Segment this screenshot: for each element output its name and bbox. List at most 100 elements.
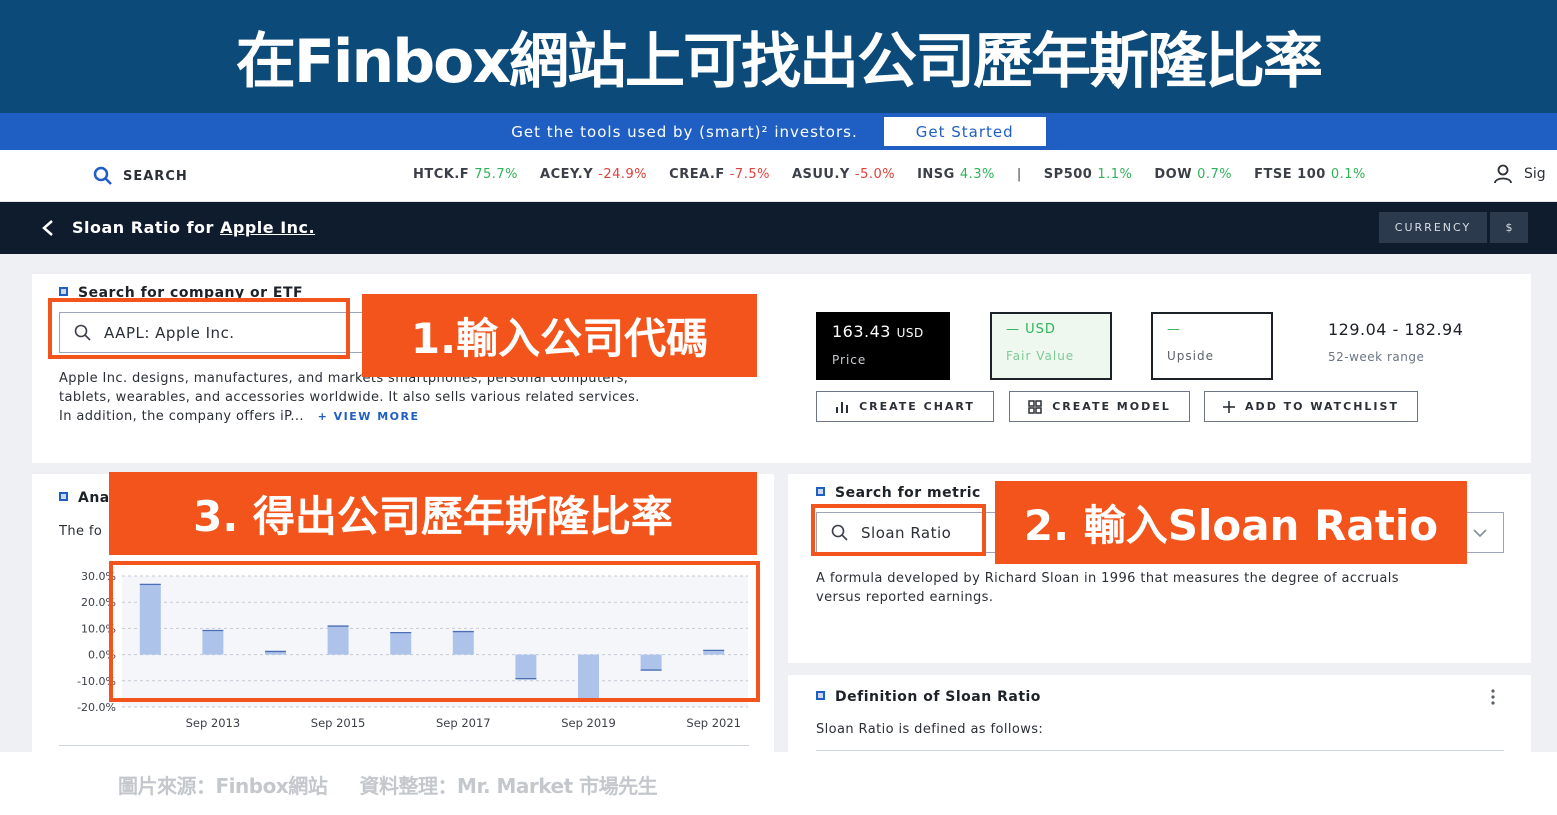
banner-title: 在Finbox網站上可找出公司歷年斯隆比率 [235, 27, 1323, 97]
upside-label: Upside [1167, 349, 1214, 363]
price-box: 163.43 USD Price [816, 312, 950, 380]
section-square-icon [59, 492, 68, 501]
get-started-button[interactable]: Get Started [883, 117, 1046, 146]
chart-x-tick-label: Sep 2021 [686, 716, 741, 730]
page-title-prefix: Sloan Ratio for [72, 218, 214, 237]
metric-description-line: A formula developed by Richard Sloan in … [816, 571, 1399, 586]
watchlist-label: ADD TO WATCHLIST [1245, 400, 1399, 413]
company-description-line: In addition, the company offers iP... [59, 409, 304, 424]
fair-value: — USD [1006, 322, 1056, 337]
create-model-label: CREATE MODEL [1052, 400, 1171, 413]
currency-selector[interactable]: CURRENCY $ [1379, 212, 1528, 243]
grid-icon [1028, 399, 1042, 414]
ticker-symbol: DOW [1154, 167, 1198, 182]
add-to-watchlist-button[interactable]: ADD TO WATCHLIST [1204, 391, 1418, 422]
annotation-box-chart [109, 561, 760, 702]
page-header: Sloan Ratio for Apple Inc. CURRENCY $ [0, 202, 1557, 254]
chart-y-tick-label: -20.0% [77, 701, 116, 714]
company-description: Apple Inc. designs, manufactures, and ma… [59, 369, 759, 426]
create-model-button[interactable]: CREATE MODEL [1009, 391, 1190, 422]
plus-icon [1223, 400, 1236, 413]
price-unit: USD [896, 326, 924, 340]
section-square-icon [816, 691, 825, 700]
ticker-symbol: CREA.F [669, 167, 730, 182]
view-more-link[interactable]: + VIEW MORE [318, 410, 420, 423]
definition-label-text: Definition of Sloan Ratio [835, 689, 1041, 705]
chevron-down-icon[interactable] [1472, 528, 1488, 538]
more-vertical-icon[interactable] [1490, 689, 1496, 705]
ticker-symbol: ACEY.Y [540, 167, 599, 182]
ticker-symbol: INSG [917, 167, 960, 182]
ticker-change: -24.9% [598, 167, 648, 182]
fair-value-label: Fair Value [1006, 349, 1075, 363]
ticker-separator: | [1016, 167, 1022, 182]
chart-x-tick-label: Sep 2013 [186, 716, 241, 730]
promo-bar: Get the tools used by (smart)² investors… [0, 113, 1557, 150]
ticker-change: 0.1% [1330, 167, 1366, 182]
create-chart-label: CREATE CHART [859, 400, 975, 413]
nav-search[interactable]: SEARCH [93, 166, 188, 186]
annotation-step3: 3. 得出公司歷年斯隆比率 [109, 472, 757, 555]
range-label: 52-week range [1328, 350, 1425, 364]
ticker-item[interactable]: ASUU.Y -5.0% [792, 167, 895, 182]
page: 在Finbox網站上可找出公司歷年斯隆比率 Get the tools used… [0, 0, 1557, 815]
section-square-icon [816, 487, 825, 496]
chart-divider [59, 745, 749, 746]
company-link[interactable]: Apple Inc. [220, 218, 315, 237]
ticker-item[interactable]: ACEY.Y -24.9% [540, 167, 647, 182]
ticker-symbol: FTSE 100 [1254, 167, 1331, 182]
price-value: 163.43 [832, 322, 891, 341]
footer-credit: 資料整理：Mr. Market 市場先生 [359, 774, 658, 798]
ticker-change: 4.3% [959, 167, 995, 182]
ticker-item[interactable]: HTCK.F 75.7% [413, 167, 518, 182]
upside-box: — Upside [1151, 312, 1273, 380]
currency-value[interactable]: $ [1490, 212, 1528, 243]
annotation-step2: 2. 輸入Sloan Ratio [995, 481, 1467, 564]
ticker-item[interactable]: CREA.F -7.5% [669, 167, 770, 182]
ticker-item[interactable]: DOW 0.7% [1154, 167, 1232, 182]
ticker-symbol: ASUU.Y [791, 167, 855, 182]
user-icon [1494, 164, 1512, 184]
search-icon [93, 166, 112, 185]
analysis-label: Ana [59, 490, 110, 506]
page-title: Sloan Ratio for Apple Inc. [72, 218, 315, 237]
ticker-symbol: SP500 [1043, 167, 1098, 182]
definition-label: Definition of Sloan Ratio [816, 689, 1041, 705]
metric-description: A formula developed by Richard Sloan in … [816, 569, 1516, 607]
range-block: 129.04 - 182.94 52-week range [1328, 320, 1463, 364]
company-description-line: tablets, wearables, and accessories worl… [59, 390, 640, 405]
bar-chart-icon [836, 401, 849, 413]
ticker-item[interactable]: INSG 4.3% [917, 167, 995, 182]
analysis-label-text: Ana [78, 490, 110, 506]
sign-in-link[interactable]: Sig [1492, 163, 1546, 185]
definition-text: Sloan Ratio is defined as follows: [816, 722, 1044, 737]
ticker-change: -7.5% [729, 167, 770, 182]
ticker-change: 75.7% [474, 167, 519, 182]
annotation-step1: 1.輸入公司代碼 [362, 294, 757, 377]
currency-label: CURRENCY [1379, 212, 1487, 243]
analysis-description: The fo [59, 524, 103, 539]
ticker-change: 1.1% [1097, 167, 1133, 182]
metric-search-label-text: Search for metric [835, 485, 981, 501]
top-nav: SEARCH HTCK.F 75.7% ACEY.Y -24.9% CREA.F -… [0, 150, 1557, 202]
title-banner: 在Finbox網站上可找出公司歷年斯隆比率 [0, 0, 1557, 113]
metric-description-line: versus reported earnings. [816, 590, 994, 605]
metric-search-label: Search for metric [816, 485, 981, 501]
upside-value: — [1167, 322, 1181, 337]
price-label: Price [832, 353, 867, 367]
back-chevron-icon[interactable] [40, 219, 56, 237]
ticker-item[interactable]: SP500 1.1% [1044, 167, 1133, 182]
sign-in-label: Sig [1524, 166, 1546, 182]
create-chart-button[interactable]: CREATE CHART [816, 391, 994, 422]
annotation-box-metric-input [811, 504, 986, 556]
footer-source: 圖片來源：Finbox網站 [118, 774, 328, 798]
promo-text: Get the tools used by (smart)² investors… [511, 122, 858, 141]
ticker-change: 0.7% [1197, 167, 1233, 182]
fair-value-box: — USD Fair Value [990, 312, 1112, 380]
definition-card [788, 675, 1531, 752]
ticker-item[interactable]: FTSE 100 0.1% [1254, 167, 1366, 182]
nav-search-label: SEARCH [123, 168, 188, 184]
chart-x-tick-label: Sep 2015 [311, 716, 366, 730]
range-value: 129.04 - 182.94 [1328, 320, 1464, 339]
section-square-icon [59, 287, 68, 296]
